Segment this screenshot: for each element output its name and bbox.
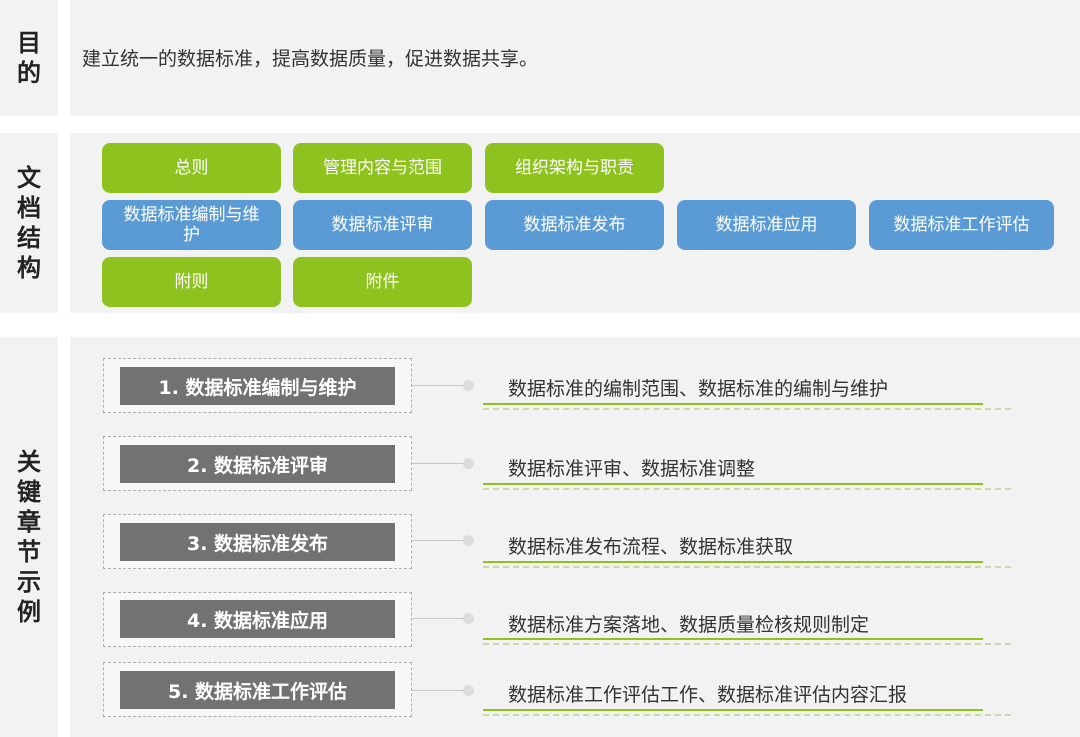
description-underline — [483, 709, 983, 711]
connector-dot — [463, 535, 474, 546]
structure-tag-review: 数据标准评审 — [293, 200, 472, 250]
chapter-description: 数据标准方案落地、数据质量检核规则制定 — [508, 614, 870, 636]
description-dashed-line — [483, 566, 1011, 568]
chapters-label-char: 示 — [17, 568, 41, 596]
structure-tag-attachment: 附件 — [293, 257, 472, 307]
chapters-label: 关 键 章 节 示 例 — [0, 337, 58, 737]
connector-dot — [463, 685, 474, 696]
structure-tag-apply: 数据标准应用 — [677, 200, 856, 250]
structure-tag-publish: 数据标准发布 — [485, 200, 664, 250]
description-underline — [483, 483, 983, 485]
chapters-label-char: 节 — [17, 538, 41, 566]
connector-dot — [463, 380, 474, 391]
structure-tag-organization: 组织架构与职责 — [485, 143, 664, 193]
description-underline — [483, 403, 983, 405]
description-dashed-line — [483, 714, 1011, 716]
connector-dot — [463, 613, 474, 624]
chapter-title: 1. 数据标准编制与维护 — [120, 367, 395, 405]
purpose-label-char: 的 — [17, 59, 41, 87]
chapters-label-char: 键 — [17, 478, 41, 506]
structure-tag-evaluate: 数据标准工作评估 — [869, 200, 1054, 250]
purpose-text: 建立统一的数据标准，提高数据质量，促进数据共享。 — [82, 48, 539, 70]
chapter-description: 数据标准的编制范围、数据标准的编制与维护 — [508, 378, 889, 400]
chapter-title: 4. 数据标准应用 — [120, 600, 395, 638]
chapters-label-char: 例 — [17, 598, 41, 626]
connector-dot — [463, 458, 474, 469]
chapters-label-char: 关 — [17, 448, 41, 476]
chapter-connector — [412, 618, 469, 619]
description-dashed-line — [483, 643, 1011, 645]
description-underline — [483, 561, 983, 563]
structure-label-char: 文 — [17, 164, 41, 192]
structure-label-char: 构 — [17, 254, 41, 282]
structure-tag-scope: 管理内容与范围 — [293, 143, 472, 193]
purpose-label: 目 的 — [0, 0, 58, 116]
chapter-title: 3. 数据标准发布 — [120, 523, 395, 561]
chapters-label-char: 章 — [17, 508, 41, 536]
chapter-title: 2. 数据标准评审 — [120, 445, 395, 483]
structure-label: 文 档 结 构 — [0, 133, 58, 313]
chapter-connector — [412, 540, 469, 541]
chapter-description: 数据标准工作评估工作、数据标准评估内容汇报 — [508, 684, 908, 706]
structure-tag-supplementary: 附则 — [102, 257, 281, 307]
chapter-connector — [412, 463, 469, 464]
description-underline — [483, 638, 983, 640]
chapter-description: 数据标准发布流程、数据标准获取 — [508, 536, 794, 558]
chapter-title: 5. 数据标准工作评估 — [120, 671, 395, 709]
chapter-description: 数据标准评审、数据标准调整 — [508, 458, 756, 480]
structure-tag-compile: 数据标准编制与维护 — [102, 200, 281, 250]
structure-label-char: 结 — [17, 224, 41, 252]
structure-label-char: 档 — [17, 194, 41, 222]
description-dashed-line — [483, 408, 1011, 410]
chapter-connector — [412, 385, 469, 386]
chapter-connector — [412, 690, 469, 691]
purpose-label-char: 目 — [17, 29, 41, 57]
structure-tag-general: 总则 — [102, 143, 281, 193]
description-dashed-line — [483, 488, 1011, 490]
